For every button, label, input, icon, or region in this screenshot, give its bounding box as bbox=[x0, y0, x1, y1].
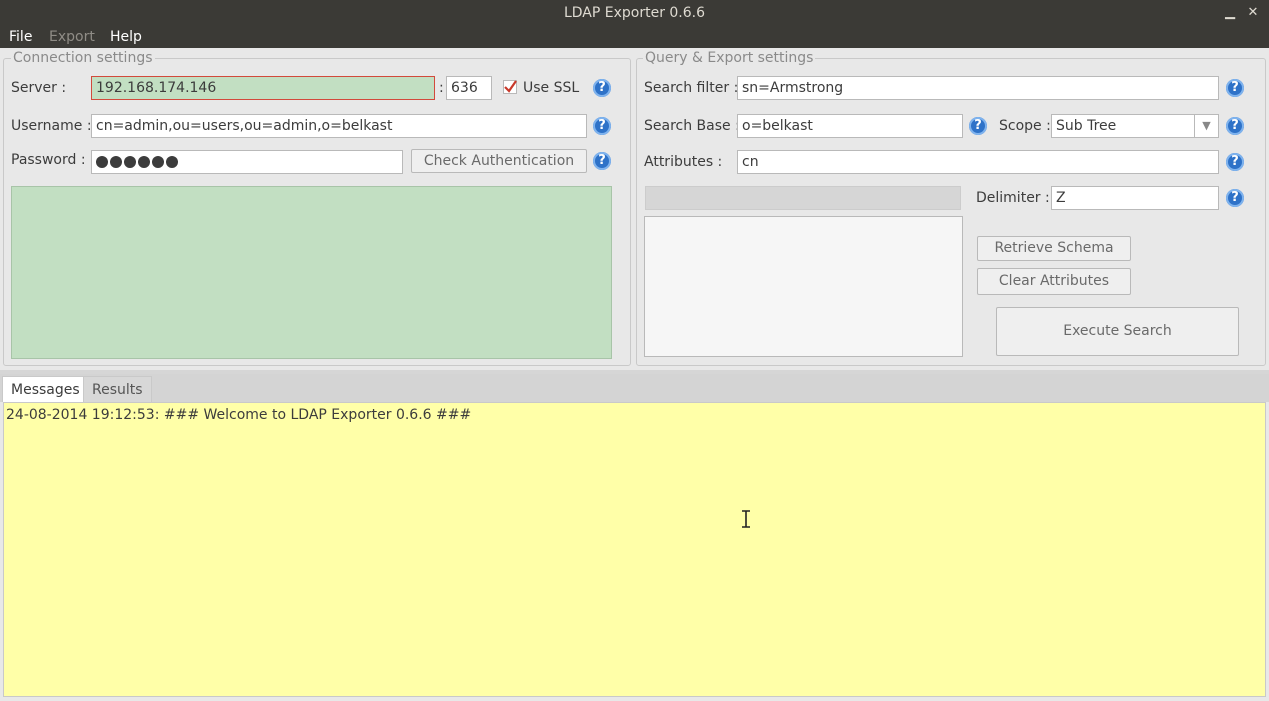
scope-label: Scope : bbox=[999, 118, 1051, 134]
clear-attributes-button[interactable]: Clear Attributes bbox=[977, 268, 1131, 295]
attributes-input[interactable]: cn bbox=[737, 150, 1219, 174]
password-input[interactable] bbox=[91, 150, 403, 174]
username-input[interactable]: cn=admin,ou=users,ou=admin,o=belkast bbox=[91, 114, 587, 138]
username-label: Username : bbox=[11, 118, 92, 134]
help-icon[interactable]: ? bbox=[1226, 117, 1244, 135]
password-label: Password : bbox=[11, 152, 86, 168]
close-icon[interactable]: ✕ bbox=[1244, 0, 1262, 26]
tab-messages[interactable]: Messages bbox=[2, 376, 89, 402]
scope-value: Sub Tree bbox=[1056, 118, 1117, 134]
checkmark-icon bbox=[503, 80, 517, 94]
minimize-icon[interactable]: ▁ bbox=[1221, 0, 1239, 26]
port-separator: : bbox=[439, 80, 444, 96]
query-settings-legend: Query & Export settings bbox=[643, 50, 816, 66]
use-ssl-checkbox[interactable] bbox=[503, 80, 517, 94]
help-icon[interactable]: ? bbox=[1226, 79, 1244, 97]
connection-settings-legend: Connection settings bbox=[11, 50, 155, 66]
server-label: Server : bbox=[11, 80, 67, 96]
help-icon[interactable]: ? bbox=[593, 117, 611, 135]
search-filter-input[interactable]: sn=Armstrong bbox=[737, 76, 1219, 100]
text-cursor-icon bbox=[741, 510, 751, 528]
window-title: LDAP Exporter 0.6.6 bbox=[0, 0, 1269, 26]
menu-help[interactable]: Help bbox=[110, 26, 142, 48]
search-base-label: Search Base : bbox=[644, 118, 740, 134]
schema-progress-bar bbox=[645, 186, 961, 210]
schema-attributes-list[interactable] bbox=[644, 216, 963, 357]
use-ssl-label: Use SSL bbox=[523, 80, 580, 96]
help-icon[interactable]: ? bbox=[969, 117, 987, 135]
check-authentication-button[interactable]: Check Authentication bbox=[411, 149, 587, 173]
execute-search-button[interactable]: Execute Search bbox=[996, 307, 1239, 356]
help-icon[interactable]: ? bbox=[1226, 189, 1244, 207]
attributes-label: Attributes : bbox=[644, 154, 723, 170]
messages-textarea[interactable]: 24-08-2014 19:12:53: ### Welcome to LDAP… bbox=[3, 402, 1266, 697]
connection-status-panel bbox=[11, 186, 612, 359]
tab-results[interactable]: Results bbox=[83, 376, 152, 402]
menu-file[interactable]: File bbox=[9, 26, 32, 48]
message-line: 24-08-2014 19:12:53: ### Welcome to LDAP… bbox=[6, 407, 472, 423]
menu-bar bbox=[0, 26, 1269, 48]
help-icon[interactable]: ? bbox=[1226, 153, 1244, 171]
help-icon[interactable]: ? bbox=[593, 79, 611, 97]
delimiter-label: Delimiter : bbox=[976, 190, 1050, 206]
menu-export[interactable]: Export bbox=[49, 26, 95, 48]
help-icon[interactable]: ? bbox=[593, 152, 611, 170]
scope-select[interactable]: Sub Tree ▼ bbox=[1051, 114, 1219, 138]
retrieve-schema-button[interactable]: Retrieve Schema bbox=[977, 236, 1131, 261]
tab-bar bbox=[0, 374, 1269, 402]
port-input[interactable]: 636 bbox=[446, 76, 492, 100]
delimiter-input[interactable]: Z bbox=[1051, 186, 1219, 210]
chevron-down-icon: ▼ bbox=[1194, 115, 1218, 137]
search-base-input[interactable]: o=belkast bbox=[737, 114, 963, 138]
server-input[interactable]: 192.168.174.146 bbox=[91, 76, 435, 100]
search-filter-label: Search filter : bbox=[644, 80, 739, 96]
